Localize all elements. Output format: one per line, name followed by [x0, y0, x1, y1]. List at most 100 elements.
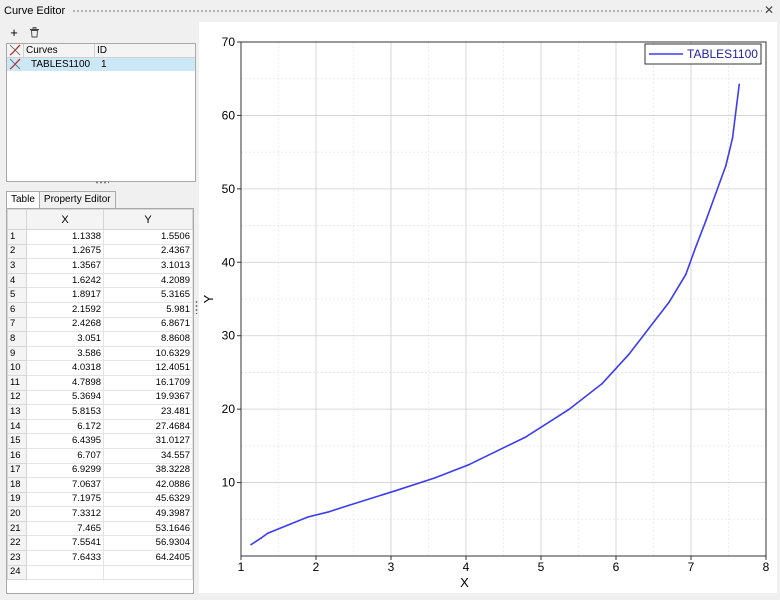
y-cell[interactable]: 31.0127: [103, 433, 193, 449]
y-cell[interactable]: 5.981: [103, 301, 193, 318]
x-cell[interactable]: 6.9299: [25, 462, 105, 479]
y-cell[interactable]: 53.1646: [103, 520, 193, 537]
x-cell[interactable]: 1.6242: [25, 272, 105, 289]
table-row[interactable]: 22 7.5541 56.9304: [7, 535, 193, 552]
y-cell[interactable]: 34.557: [103, 447, 193, 464]
table-row[interactable]: 7 2.4268 6.8671: [7, 316, 193, 333]
x-cell[interactable]: 3.586: [25, 345, 105, 362]
y-cell[interactable]: 16.1709: [103, 374, 193, 391]
table-row[interactable]: 24: [7, 564, 193, 581]
y-cell[interactable]: 5.3165: [103, 287, 193, 303]
drag-grip[interactable]: [72, 9, 762, 13]
table-row[interactable]: 17 6.9299 38.3228: [7, 462, 193, 479]
x-cell[interactable]: 2.1592: [25, 301, 105, 318]
table-row[interactable]: 15 6.4395 31.0127: [7, 433, 193, 449]
x-cell[interactable]: 4.0318: [25, 360, 105, 376]
delete-curve-button[interactable]: [26, 24, 42, 40]
x-cell[interactable]: 1.8917: [25, 287, 105, 303]
x-cell[interactable]: 1.1338: [25, 229, 105, 245]
x-cell[interactable]: 3.051: [25, 331, 105, 347]
table-row[interactable]: 18 7.0637 42.0886: [7, 477, 193, 493]
table-row[interactable]: 11 4.7898 16.1709: [7, 374, 193, 391]
table-row[interactable]: 10 4.0318 12.4051: [7, 360, 193, 376]
add-curve-button[interactable]: +: [6, 24, 22, 40]
table-row[interactable]: 13 5.8153 23.481: [7, 404, 193, 420]
table-row[interactable]: 16 6.707 34.557: [7, 447, 193, 464]
panel-splitter[interactable]: [95, 181, 109, 184]
table-row[interactable]: 5 1.8917 5.3165: [7, 287, 193, 303]
x-cell[interactable]: 2.4268: [25, 316, 105, 333]
table-row[interactable]: 3 1.3567 3.1013: [7, 258, 193, 274]
y-cell[interactable]: 2.4367: [103, 243, 193, 260]
x-cell[interactable]: 5.3694: [25, 389, 105, 406]
y-cell[interactable]: [103, 564, 193, 581]
y-cell[interactable]: 10.6329: [103, 345, 193, 362]
y-cell[interactable]: 38.3228: [103, 462, 193, 479]
table-row[interactable]: 12 5.3694 19.9367: [7, 389, 193, 406]
row-number: 3: [7, 258, 27, 274]
id-column-header[interactable]: ID: [95, 44, 111, 57]
data-point: [705, 220, 707, 222]
x-cell[interactable]: 4.7898: [25, 374, 105, 391]
table-row[interactable]: 19 7.1975 45.6329: [7, 491, 193, 508]
y-cell[interactable]: 6.8671: [103, 316, 193, 333]
data-point: [524, 436, 527, 439]
x-cell[interactable]: 7.6433: [25, 550, 105, 566]
x-cell[interactable]: 6.707: [25, 447, 105, 464]
x-cell[interactable]: 7.465: [25, 520, 105, 537]
row-number: 6: [7, 301, 27, 318]
table-row[interactable]: 1 1.1338 1.5506: [7, 229, 193, 245]
y-cell[interactable]: 12.4051: [103, 360, 193, 376]
y-cell[interactable]: 23.481: [103, 404, 193, 420]
x-column-header[interactable]: X: [25, 209, 105, 230]
x-cell[interactable]: 6.4395: [25, 433, 105, 449]
tab-property-editor[interactable]: Property Editor: [38, 191, 116, 208]
row-number: 17: [7, 462, 27, 479]
y-column-header[interactable]: Y: [103, 209, 193, 230]
x-cell[interactable]: 7.3312: [25, 506, 105, 522]
vertical-splitter[interactable]: [195, 300, 198, 314]
table-row[interactable]: 14 6.172 27.4684: [7, 418, 193, 435]
curves-column-header[interactable]: Curves: [24, 44, 95, 57]
x-tick-label: 4: [463, 560, 470, 574]
table-row[interactable]: 6 2.1592 5.981: [7, 301, 193, 318]
x-cell[interactable]: 7.1975: [25, 491, 105, 508]
x-cell[interactable]: 6.172: [25, 418, 105, 435]
table-row[interactable]: 9 3.586 10.6329: [7, 345, 193, 362]
table-row[interactable]: 4 1.6242 4.2089: [7, 272, 193, 289]
y-cell[interactable]: 42.0886: [103, 477, 193, 493]
y-cell[interactable]: 1.5506: [103, 229, 193, 245]
curve-row[interactable]: TABLES1100 1: [7, 58, 195, 71]
data-point: [725, 164, 727, 167]
y-cell[interactable]: 45.6329: [103, 491, 193, 508]
x-cell[interactable]: 1.3567: [25, 258, 105, 274]
table-row[interactable]: 2 1.2675 2.4367: [7, 243, 193, 260]
close-icon[interactable]: ✕: [764, 3, 774, 17]
x-cell[interactable]: 5.8153: [25, 404, 105, 420]
y-cell[interactable]: 27.4684: [103, 418, 193, 435]
table-row[interactable]: 23 7.6433 64.2405: [7, 550, 193, 566]
y-cell[interactable]: 56.9304: [103, 535, 193, 552]
x-cell[interactable]: 1.2675: [25, 243, 105, 260]
y-cell[interactable]: 49.3987: [103, 506, 193, 522]
curves-header: Curves ID: [7, 44, 195, 58]
y-cell[interactable]: 8.8608: [103, 331, 193, 347]
table-row[interactable]: 21 7.465 53.1646: [7, 520, 193, 537]
x-cell[interactable]: 7.5541: [25, 535, 105, 552]
tab-table[interactable]: Table: [6, 191, 40, 208]
y-tick-label: 20: [222, 402, 236, 416]
table-row[interactable]: 20 7.3312 49.3987: [7, 506, 193, 522]
row-number: 4: [7, 272, 27, 289]
y-cell[interactable]: 4.2089: [103, 272, 193, 289]
curve-id: 1: [101, 59, 107, 70]
x-cell[interactable]: 7.0637: [25, 477, 105, 493]
y-cell[interactable]: 19.9367: [103, 389, 193, 406]
data-point: [668, 301, 670, 304]
row-number: 24: [7, 564, 27, 581]
table-row[interactable]: 8 3.051 8.8608: [7, 331, 193, 347]
y-cell[interactable]: 64.2405: [103, 550, 193, 566]
y-cell[interactable]: 3.1013: [103, 258, 193, 274]
row-number: 13: [7, 404, 27, 420]
x-cell[interactable]: [25, 564, 105, 581]
row-number: 21: [7, 520, 27, 537]
